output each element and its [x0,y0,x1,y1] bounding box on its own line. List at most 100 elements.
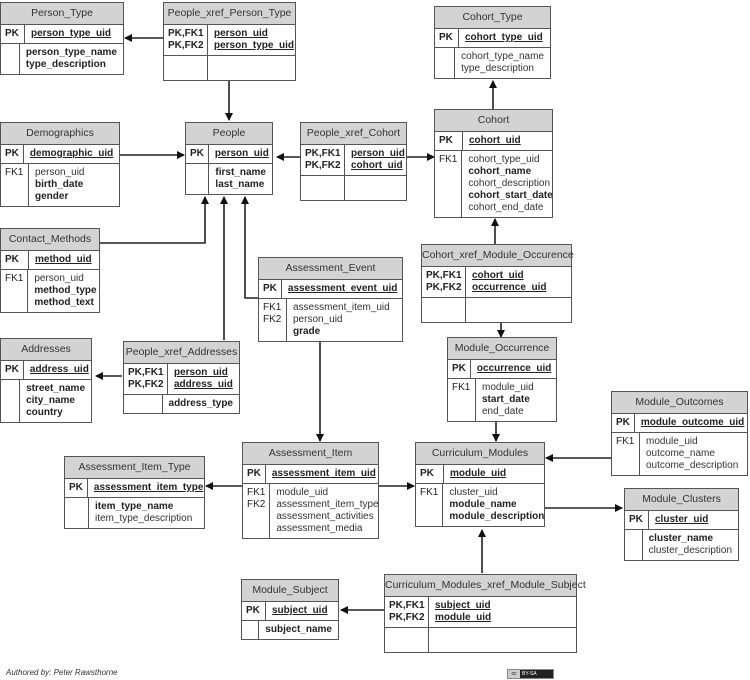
pk-field: person_type_uid [31,28,112,39]
entity-curriculum-modules-xref-module-subject[interactable]: Curriculum_Modules_xref_Module_Subject PK… [384,574,586,653]
attributes-row: FK1 cohort_type_uid cohort_name cohort_desc… [435,151,553,217]
attribute-field: first_name [215,167,266,178]
attribute-field: cohort_start_date [468,190,553,201]
foreign-key-labels [164,56,208,80]
entity-module-subject[interactable]: Module_Subject PK subject_uid subject_name [241,579,339,640]
primary-key-fields: subject_uid [266,602,338,620]
entity-addresses[interactable]: Addresses PK address_uid street_name city_na… [0,338,92,423]
attribute-field: item_type_description [95,513,193,524]
primary-key-fields: assessment_event_uid [282,280,404,298]
primary-key-fields: cohort_type_uid [459,29,550,47]
pk-field: person_uid [174,367,228,378]
primary-key-row: PK assessment_item_type [65,479,204,498]
entity-name: Assessment_Event [259,258,402,280]
cc-license-badge[interactable]: cc BY-SA [507,669,554,679]
pk-field: module_uid [435,612,492,623]
entity-person-type[interactable]: Person_Type PK person_type_uid person_type_… [0,2,124,75]
attribute-field: address_type [168,398,233,409]
entity-demographics[interactable]: Demographics PK demographic_uid FK1 person_u… [0,122,120,207]
attributes-row: person_type_name type_description [1,44,123,74]
key-label: PK [448,360,471,378]
entity-name: Addresses [1,339,91,361]
attribute-field: cluster_description [648,545,732,556]
entity-people[interactable]: People PK person_uid first_name last_name [185,122,273,195]
entity-module-clusters[interactable]: Module_Clusters PK cluster_uid cluster_name… [624,488,739,561]
attribute-field: module_name [449,499,517,510]
primary-key-fields: cluster_uid [649,511,738,529]
attribute-field: cohort_type_name [461,51,544,62]
attributes-row: subject_name [242,621,338,639]
foreign-key-labels [301,176,345,200]
foreign-key-labels [242,621,260,639]
primary-key-fields: module_outcome_uid [635,414,750,432]
entity-people-xref-person-type[interactable]: People_xref_Person_Type PK,FK1 PK,FK2 pers… [163,2,296,81]
primary-key-row: PK person_type_uid [1,25,123,44]
primary-key-fields: assessment_item_type [88,479,210,497]
primary-key-fields: person_uid cohort_uid [345,145,411,175]
attribute-fields [429,628,576,652]
entity-cohort-xref-module-occurence[interactable]: Cohort_xref_Module_Occurence PK,FK1 PK,FK… [421,244,574,323]
attribute-fields: first_name last_name [209,164,272,194]
attribute-fields: street_name city_name country [20,380,91,422]
primary-key-fields: assessment_item_uid [266,465,382,483]
key-label: PK [435,29,459,47]
pk-field: subject_uid [272,605,328,616]
entity-assessment-event[interactable]: Assessment_Event PK assessment_event_uid FK… [258,257,403,342]
key-label: PK [1,361,24,379]
primary-key-fields: module_uid [444,465,544,483]
attribute-field: outcome_description [646,460,739,471]
attributes-row [422,298,571,322]
attribute-fields: cluster_uid module_name module_description [443,484,550,526]
attributes-row: FK1 FK2 module_uid assessment_item_type ass… [243,484,379,538]
primary-key-fields: subject_uid module_uid [429,597,576,627]
foreign-key-labels [422,298,466,322]
entity-contact-methods[interactable]: Contact_Methods PK method_uid FK1 person_uid… [0,228,100,313]
primary-key-fields: person_uid person_type_uid [208,25,300,55]
primary-key-row: PK assessment_item_uid [243,465,378,484]
foreign-key-labels: FK1 [1,164,29,206]
entity-assessment-item[interactable]: Assessment_Item PK assessment_item_uid FK1 … [242,442,379,539]
entity-module-occurrence[interactable]: Module_Occurrence PK occurrence_uid FK1 modu… [447,337,557,422]
attributes-row: street_name city_name country [1,380,91,422]
foreign-key-labels: FK1 [1,270,29,312]
pk-field: demographic_uid [29,148,114,159]
key-label: PK [1,251,29,269]
key-label: PK,FK1 PK,FK2 [124,364,168,394]
entity-name: People [186,123,272,145]
attribute-field: street_name [26,383,85,394]
attribute-field: gender [35,191,69,202]
entity-curriculum-modules[interactable]: Curriculum_Modules PK module_uid FK1 cluster… [415,442,545,527]
key-label: PK,FK1 PK,FK2 [385,597,429,627]
primary-key-row: PK,FK1 PK,FK2 person_uid address_uid [124,364,239,395]
key-label: PK [416,465,444,483]
key-label: PK,FK1 PK,FK2 [164,25,208,55]
pk-field: person_uid [351,148,405,159]
entity-cohort-type[interactable]: Cohort_Type PK cohort_type_uid cohort_type_… [434,6,551,79]
attributes-row: FK1 person_uid birth_date gender [1,164,119,206]
attribute-field: item_type_name [95,501,174,512]
pk-field: module_uid [450,468,507,479]
entity-module-outcomes[interactable]: Module_Outcomes PK module_outcome_uid FK1 mo… [611,391,748,476]
entity-name: Curriculum_Modules [416,443,544,465]
primary-key-row: PK person_uid [186,145,272,164]
primary-key-row: PK assessment_event_uid [259,280,402,299]
attribute-field: outcome_name [646,448,715,459]
foreign-key-labels: FK1 [416,484,444,526]
entity-name: Module_Clusters [625,489,738,511]
attribute-fields: person_uid birth_date gender [29,164,119,206]
attribute-field: method_text [34,297,94,308]
attribute-fields: module_uid assessment_item_type assessment… [270,484,384,538]
pk-field: address_uid [29,364,89,375]
primary-key-fields: person_uid [209,145,275,163]
entity-name: Cohort [435,110,552,132]
primary-key-row: PK address_uid [1,361,91,380]
foreign-key-labels [625,530,643,560]
key-label: PK [65,479,88,497]
entity-assessment-item-type[interactable]: Assessment_Item_Type PK assessment_item_ty… [64,456,205,529]
key-label: PK [435,132,463,150]
entity-people-xref-addresses[interactable]: People_xref_Addresses PK,FK1 PK,FK2 person… [123,341,240,414]
entity-name: Curriculum_Modules_xref_Module_Subject [385,575,586,597]
entity-cohort[interactable]: Cohort PK cohort_uid FK1 cohort_type_uid coho… [434,109,553,218]
foreign-key-labels: FK1 FK2 [243,484,271,538]
entity-people-xref-cohort[interactable]: People_xref_Cohort PK,FK1 PK,FK2 person_ui… [300,122,407,201]
